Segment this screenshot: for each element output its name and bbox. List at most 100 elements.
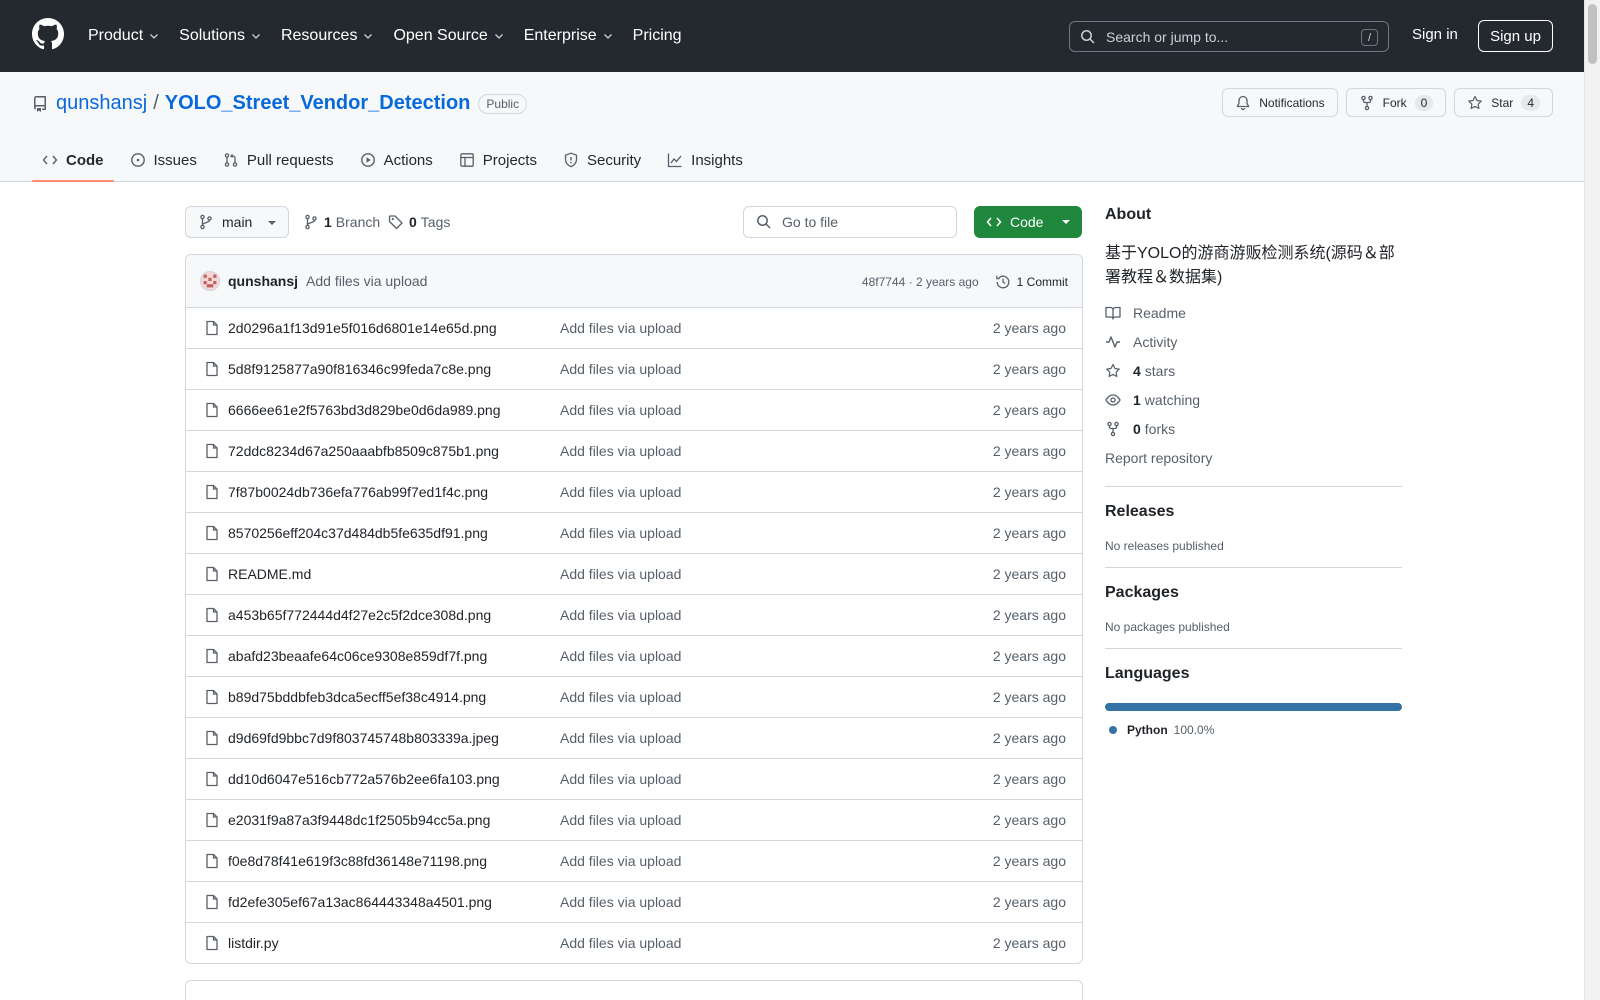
file-name-link[interactable]: 7f87b0024db736efa776ab99f7ed1f4c.png [228,484,488,500]
notifications-button[interactable]: Notifications [1222,88,1338,117]
file-name-link[interactable]: e2031f9a87a3f9448dc1f2505b94cc5a.png [228,812,490,828]
file-icon [206,320,218,336]
file-commit-message-link[interactable]: Add files via upload [560,730,681,746]
branches-link[interactable]: 1 Branch [303,206,380,238]
language-legend-item[interactable]: Python 100.0% [1105,723,1402,737]
file-name-link[interactable]: 2d0296a1f13d91e5f016d6801e14e65d.png [228,320,497,336]
file-commit-message-link[interactable]: Add files via upload [560,320,681,336]
chevron-down-icon [252,34,260,39]
file-commit-message-link[interactable]: Add files via upload [560,607,681,623]
commit-hash-time[interactable]: 48f7744 · 2 years ago [862,275,979,289]
nav-solutions[interactable]: Solutions [179,27,262,45]
page-scrollbar[interactable] [1584,0,1600,1000]
file-commit-message-link[interactable]: Add files via upload [560,402,681,418]
readme-link[interactable]: Readme [1105,298,1402,327]
tab-pull-requests[interactable]: Pull requests [213,138,344,182]
file-commit-message-link[interactable]: Add files via upload [560,443,681,459]
nav-pricing[interactable]: Pricing [633,27,682,45]
file-name-link[interactable]: a453b65f772444d4f27e2c5f2dce308d.png [228,607,491,623]
sign-in-link[interactable]: Sign in [1412,26,1458,43]
table-row[interactable]: 8570256eff204c37d484db5fe635df91.png Add … [186,513,1082,554]
file-name-link[interactable]: fd2efe305ef67a13ac864443348a4501.png [228,894,492,910]
table-row[interactable]: 72ddc8234d67a250aaabfb8509c875b1.png Add … [186,431,1082,472]
file-icon [206,443,218,459]
table-row[interactable]: f0e8d78f41e619f3c88fd36148e71198.png Add … [186,841,1082,882]
fork-button[interactable]: Fork 0 [1345,88,1447,117]
global-search-input[interactable]: Search or jump to... / [1069,21,1389,52]
tab-code[interactable]: Code [32,138,114,182]
tab-projects[interactable]: Projects [449,138,547,182]
table-row[interactable]: dd10d6047e516cb772a576b2ee6fa103.png Add … [186,759,1082,800]
stars-link[interactable]: 4 stars [1105,356,1402,385]
file-name-link[interactable]: abafd23beaafe64c06ce9308e859df7f.png [228,648,487,664]
languages-heading: Languages [1105,665,1190,682]
tab-actions[interactable]: Actions [350,138,443,182]
table-row[interactable]: abafd23beaafe64c06ce9308e859df7f.png Add … [186,636,1082,677]
identicon-icon [203,274,217,288]
repo-name-link[interactable]: YOLO_Street_Vendor_Detection [165,92,471,115]
file-commit-message-link[interactable]: Add files via upload [560,771,681,787]
commit-author-link[interactable]: qunshansj [228,273,298,289]
tab-insights[interactable]: Insights [657,138,753,182]
sign-up-button[interactable]: Sign up [1478,20,1553,52]
table-row[interactable]: fd2efe305ef67a13ac864443348a4501.png Add … [186,882,1082,923]
file-commit-message-link[interactable]: Add files via upload [560,566,681,582]
file-commit-message-link[interactable]: Add files via upload [560,894,681,910]
table-row[interactable]: 6666ee61e2f5763bd3d829be0d6da989.png Add … [186,390,1082,431]
tab-issues[interactable]: Issues [120,138,207,182]
watchers-link[interactable]: 1 watching [1105,385,1402,414]
tags-link[interactable]: 0 Tags [388,206,450,238]
avatar[interactable] [200,271,220,291]
go-to-file-input[interactable]: Go to file [743,206,957,238]
file-name-link[interactable]: b89d75bddbfeb3dca5ecff5ef38c4914.png [228,689,486,705]
activity-link[interactable]: Activity [1105,327,1402,356]
file-name-link[interactable]: 72ddc8234d67a250aaabfb8509c875b1.png [228,443,499,459]
file-commit-message-link[interactable]: Add files via upload [560,484,681,500]
table-row[interactable]: 7f87b0024db736efa776ab99f7ed1f4c.png Add … [186,472,1082,513]
forks-link[interactable]: 0 forks [1105,414,1402,443]
file-name-link[interactable]: dd10d6047e516cb772a576b2ee6fa103.png [228,771,500,787]
table-row[interactable]: README.md Add files via upload 2 years ago [186,554,1082,595]
star-label: Star [1491,95,1514,110]
nav-resources[interactable]: Resources [281,27,374,45]
table-row[interactable]: 2d0296a1f13d91e5f016d6801e14e65d.png Add … [186,308,1082,349]
file-commit-message-link[interactable]: Add files via upload [560,361,681,377]
star-button[interactable]: Star 4 [1454,88,1553,117]
file-commit-time: 2 years ago [992,525,1066,541]
file-commit-message-link[interactable]: Add files via upload [560,935,681,951]
file-name-link[interactable]: 8570256eff204c37d484db5fe635df91.png [228,525,488,541]
table-row[interactable]: a453b65f772444d4f27e2c5f2dce308d.png Add … [186,595,1082,636]
table-row[interactable]: listdir.py Add files via upload 2 years ag… [186,923,1082,963]
file-name-link[interactable]: f0e8d78f41e619f3c88fd36148e71198.png [228,853,487,869]
table-row[interactable]: d9d69fd9bbc7d9f803745748b803339a.jpeg Add… [186,718,1082,759]
file-commit-message-link[interactable]: Add files via upload [560,525,681,541]
code-icon [986,217,1002,227]
table-row[interactable]: b89d75bddbfeb3dca5ecff5ef38c4914.png Add … [186,677,1082,718]
file-commit-message-link[interactable]: Add files via upload [560,689,681,705]
commit-message-link[interactable]: Add files via upload [306,273,427,289]
releases-heading[interactable]: Releases [1105,503,1402,521]
file-commit-message-link[interactable]: Add files via upload [560,853,681,869]
file-commit-message-link[interactable]: Add files via upload [560,648,681,664]
file-name-link[interactable]: d9d69fd9bbc7d9f803745748b803339a.jpeg [228,730,499,746]
nav-enterprise[interactable]: Enterprise [524,27,614,45]
github-logo-icon[interactable] [32,18,64,50]
file-icon [206,361,218,377]
file-name-link[interactable]: 5d8f9125877a90f816346c99feda7c8e.png [228,361,491,377]
file-name-link[interactable]: README.md [228,566,311,582]
table-row[interactable]: 5d8f9125877a90f816346c99feda7c8e.png Add … [186,349,1082,390]
scrollbar-thumb[interactable] [1588,4,1597,64]
commit-history-link[interactable]: 1 Commit [995,274,1068,290]
file-commit-message-link[interactable]: Add files via upload [560,812,681,828]
code-download-button[interactable]: Code [974,206,1082,238]
file-name-link[interactable]: listdir.py [228,935,279,951]
nav-product[interactable]: Product [88,27,160,45]
report-repository-link[interactable]: Report repository [1105,443,1402,472]
repo-owner-link[interactable]: qunshansj [56,92,147,115]
table-row[interactable]: e2031f9a87a3f9448dc1f2505b94cc5a.png Add … [186,800,1082,841]
file-name-link[interactable]: 6666ee61e2f5763bd3d829be0d6da989.png [228,402,501,418]
packages-heading[interactable]: Packages [1105,584,1402,602]
tab-security[interactable]: Security [553,138,651,182]
branch-selector[interactable]: main [185,206,289,238]
nav-open-source[interactable]: Open Source [393,27,504,45]
